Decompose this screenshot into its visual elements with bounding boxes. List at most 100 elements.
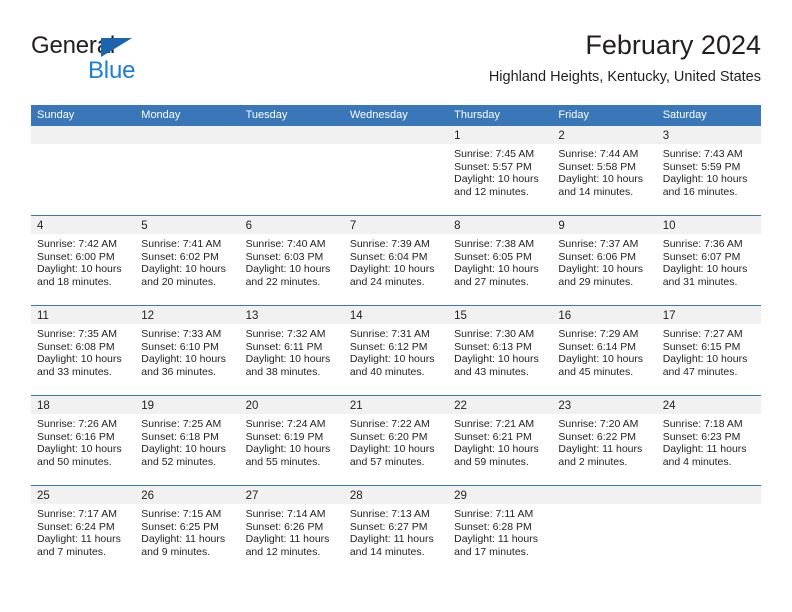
title-block: February 2024 Highland Heights, Kentucky…: [489, 28, 761, 86]
day-cell[interactable]: [31, 126, 136, 215]
sunset-line: Sunset: 6:19 PM: [245, 430, 324, 443]
day-cell[interactable]: 17 Sunrise: 7:27 AM Sunset: 6:15 PM Dayl…: [656, 306, 761, 395]
day-number-band: [31, 126, 136, 144]
day-cell[interactable]: 24 Sunrise: 7:18 AM Sunset: 6:23 PM Dayl…: [656, 396, 761, 485]
day-cell[interactable]: 27 Sunrise: 7:14 AM Sunset: 6:26 PM Dayl…: [239, 486, 344, 577]
weekday-header-sunday: Sunday: [37, 109, 75, 121]
daylight-line-2: and 7 minutes.: [37, 545, 106, 558]
sunrise-line: Sunrise: 7:30 AM: [454, 328, 535, 340]
sunrise-line: Sunrise: 7:24 AM: [245, 418, 326, 430]
day-cell[interactable]: 15 Sunrise: 7:30 AM Sunset: 6:13 PM Dayl…: [448, 306, 553, 395]
sunrise-line: Sunrise: 7:45 AM: [454, 148, 535, 160]
sunset-line: Sunset: 6:18 PM: [141, 430, 219, 443]
day-number: 15: [454, 310, 467, 322]
day-number-band: [239, 126, 344, 144]
day-number-band: 16: [552, 306, 657, 324]
day-number-band: [343, 126, 449, 144]
day-cell[interactable]: 1 Sunrise: 7:45 AM Sunset: 5:57 PM Dayli…: [448, 126, 553, 215]
daylight-line-2: and 18 minutes.: [37, 275, 112, 288]
day-cell[interactable]: [239, 126, 344, 215]
day-cell[interactable]: 12 Sunrise: 7:33 AM Sunset: 6:10 PM Dayl…: [135, 306, 240, 395]
day-number-band: 10: [656, 216, 761, 234]
brand-logo[interactable]: General Blue: [31, 32, 251, 90]
day-details: [31, 144, 135, 148]
day-cell[interactable]: 28 Sunrise: 7:13 AM Sunset: 6:27 PM Dayl…: [343, 486, 449, 577]
day-cell[interactable]: [135, 126, 240, 215]
sunrise-line: Sunrise: 7:20 AM: [558, 418, 639, 430]
day-details: Sunrise: 7:14 AM Sunset: 6:26 PM Dayligh…: [240, 504, 344, 558]
daylight-line-1: Daylight: 10 hours: [349, 443, 435, 456]
day-number: 7: [349, 220, 357, 232]
sunrise-line: Sunrise: 7:27 AM: [662, 328, 743, 340]
day-number-band: 20: [239, 396, 344, 414]
sunset-line: Sunset: 6:20 PM: [349, 430, 428, 443]
daylight-line-2: and 57 minutes.: [349, 455, 425, 468]
day-number-band: 29: [448, 486, 553, 504]
day-cell[interactable]: 2 Sunrise: 7:44 AM Sunset: 5:58 PM Dayli…: [552, 126, 657, 215]
day-cell[interactable]: [656, 486, 761, 577]
day-number-band: 26: [135, 486, 240, 504]
day-cell[interactable]: 26 Sunrise: 7:15 AM Sunset: 6:25 PM Dayl…: [135, 486, 240, 577]
day-cell[interactable]: 8 Sunrise: 7:38 AM Sunset: 6:05 PM Dayli…: [448, 216, 553, 305]
week-row: 18 Sunrise: 7:26 AM Sunset: 6:16 PM Dayl…: [31, 395, 761, 485]
weekday-header-tuesday: Tuesday: [245, 109, 288, 121]
sunrise-line: Sunrise: 7:40 AM: [245, 238, 326, 250]
day-cell[interactable]: 5 Sunrise: 7:41 AM Sunset: 6:02 PM Dayli…: [135, 216, 240, 305]
day-cell[interactable]: 21 Sunrise: 7:22 AM Sunset: 6:20 PM Dayl…: [343, 396, 449, 485]
week-row: 25 Sunrise: 7:17 AM Sunset: 6:24 PM Dayl…: [31, 485, 761, 577]
day-number-band: 28: [343, 486, 449, 504]
day-cell[interactable]: 3 Sunrise: 7:43 AM Sunset: 5:59 PM Dayli…: [656, 126, 761, 215]
day-cell[interactable]: 6 Sunrise: 7:40 AM Sunset: 6:03 PM Dayli…: [239, 216, 344, 305]
daylight-line-2: and 20 minutes.: [141, 275, 216, 288]
sunrise-line: Sunrise: 7:33 AM: [141, 328, 222, 340]
day-cell[interactable]: 16 Sunrise: 7:29 AM Sunset: 6:14 PM Dayl…: [552, 306, 657, 395]
daylight-line-1: Daylight: 10 hours: [454, 353, 539, 366]
sunrise-line: Sunrise: 7:44 AM: [558, 148, 639, 160]
day-number-band: 22: [448, 396, 553, 414]
day-cell[interactable]: 14 Sunrise: 7:31 AM Sunset: 6:12 PM Dayl…: [343, 306, 449, 395]
sunset-line: Sunset: 5:57 PM: [454, 160, 532, 173]
day-details: Sunrise: 7:41 AM Sunset: 6:02 PM Dayligh…: [135, 234, 239, 288]
day-cell[interactable]: [343, 126, 449, 215]
weekday-header-monday: Monday: [141, 109, 181, 121]
day-cell[interactable]: 9 Sunrise: 7:37 AM Sunset: 6:06 PM Dayli…: [552, 216, 657, 305]
day-number-band: 14: [343, 306, 449, 324]
day-cell[interactable]: 19 Sunrise: 7:25 AM Sunset: 6:18 PM Dayl…: [135, 396, 240, 485]
daylight-line-2: and 12 minutes.: [245, 545, 321, 558]
day-cell[interactable]: 10 Sunrise: 7:36 AM Sunset: 6:07 PM Dayl…: [656, 216, 761, 305]
day-cell[interactable]: 23 Sunrise: 7:20 AM Sunset: 6:22 PM Dayl…: [552, 396, 657, 485]
sunrise-line: Sunrise: 7:13 AM: [349, 508, 430, 520]
daylight-line-1: Daylight: 10 hours: [245, 353, 331, 366]
day-number: 22: [454, 400, 467, 412]
sunrise-line: Sunrise: 7:22 AM: [349, 418, 430, 430]
brand-name-blue: Blue: [88, 57, 136, 84]
day-cell[interactable]: 7 Sunrise: 7:39 AM Sunset: 6:04 PM Dayli…: [343, 216, 449, 305]
sunrise-line: Sunrise: 7:32 AM: [245, 328, 326, 340]
daylight-line-1: Daylight: 10 hours: [662, 263, 748, 276]
day-number: 16: [558, 310, 572, 322]
sunset-line: Sunset: 6:07 PM: [662, 250, 741, 263]
day-cell[interactable]: [552, 486, 657, 577]
day-number-band: 1: [448, 126, 553, 144]
sunrise-line: Sunrise: 7:29 AM: [558, 328, 639, 340]
day-number-band: 15: [448, 306, 553, 324]
day-number: 11: [37, 310, 49, 322]
day-cell[interactable]: 18 Sunrise: 7:26 AM Sunset: 6:16 PM Dayl…: [31, 396, 136, 485]
daylight-line-2: and 12 minutes.: [454, 185, 529, 198]
daylight-line-1: Daylight: 10 hours: [454, 443, 539, 456]
day-details: Sunrise: 7:26 AM Sunset: 6:16 PM Dayligh…: [31, 414, 135, 468]
day-cell[interactable]: 20 Sunrise: 7:24 AM Sunset: 6:19 PM Dayl…: [239, 396, 344, 485]
day-cell[interactable]: 13 Sunrise: 7:32 AM Sunset: 6:11 PM Dayl…: [239, 306, 344, 395]
day-cell[interactable]: 22 Sunrise: 7:21 AM Sunset: 6:21 PM Dayl…: [448, 396, 553, 485]
daylight-line-1: Daylight: 10 hours: [37, 353, 122, 366]
day-cell[interactable]: 25 Sunrise: 7:17 AM Sunset: 6:24 PM Dayl…: [31, 486, 136, 577]
day-cell[interactable]: 11 Sunrise: 7:35 AM Sunset: 6:08 PM Dayl…: [31, 306, 136, 395]
day-details: Sunrise: 7:37 AM Sunset: 6:06 PM Dayligh…: [552, 234, 656, 288]
day-cell[interactable]: 4 Sunrise: 7:42 AM Sunset: 6:00 PM Dayli…: [31, 216, 136, 305]
day-cell[interactable]: 29 Sunrise: 7:11 AM Sunset: 6:28 PM Dayl…: [448, 486, 553, 577]
daylight-line-1: Daylight: 10 hours: [37, 443, 122, 456]
daylight-line-2: and 55 minutes.: [245, 455, 321, 468]
sunset-line: Sunset: 6:23 PM: [662, 430, 741, 443]
sunset-line: Sunset: 6:15 PM: [662, 340, 741, 353]
sunrise-line: Sunrise: 7:21 AM: [454, 418, 535, 430]
